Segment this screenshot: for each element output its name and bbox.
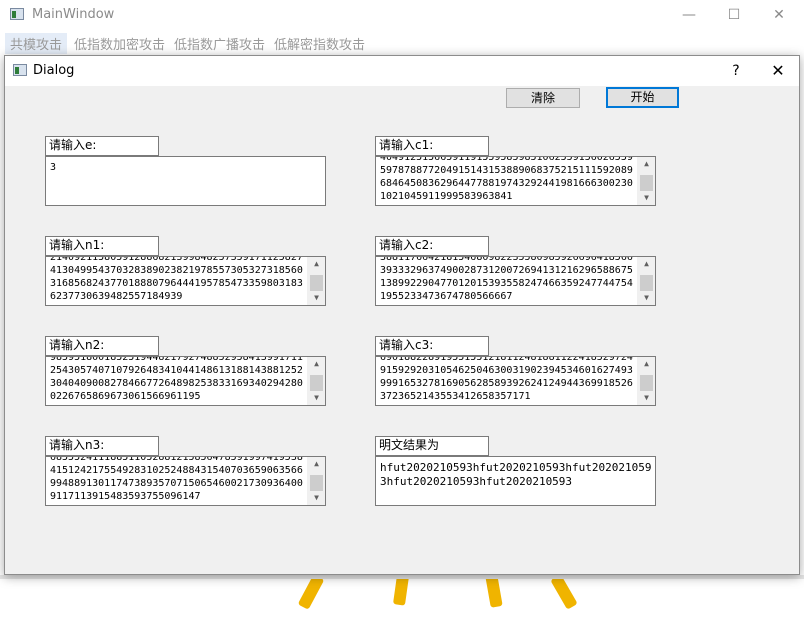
scroll-down-icon[interactable]: ▼ xyxy=(308,291,325,305)
background-decoration xyxy=(297,575,325,610)
main-menubar: 共模攻击 低指数加密攻击 低指数广播攻击 低解密指数攻击 xyxy=(0,30,804,54)
c1-input[interactable]: 4049125156659119155958598510625591560265… xyxy=(375,156,656,206)
scroll-up-icon[interactable]: ▲ xyxy=(308,457,325,471)
result-output-value: hfut2020210593hfut2020210593hfut20202105… xyxy=(380,461,652,488)
scroll-down-icon[interactable]: ▼ xyxy=(308,491,325,505)
c1-label: 请输入c1: xyxy=(375,136,489,156)
scroll-down-icon[interactable]: ▼ xyxy=(638,291,655,305)
c3-input[interactable]: 6901882289195515512181124818811224185297… xyxy=(375,356,656,406)
n1-label: 请输入n1: xyxy=(45,236,159,256)
start-button[interactable]: 开始 xyxy=(606,87,679,108)
n3-scrollbar[interactable]: ▲ ▼ xyxy=(307,457,325,505)
c3-scrollbar[interactable]: ▲ ▼ xyxy=(637,357,655,405)
n2-input[interactable]: 9859518001852519448217927488529584139917… xyxy=(45,356,326,406)
n1-scrollbar[interactable]: ▲ ▼ xyxy=(307,257,325,305)
main-titlebar: MainWindow — ☐ ✕ xyxy=(0,0,804,30)
scroll-up-icon[interactable]: ▲ xyxy=(638,257,655,271)
scroll-down-icon[interactable]: ▼ xyxy=(638,191,655,205)
c2-label: 请输入c2: xyxy=(375,236,489,256)
c3-input-value: 6901882289195515512181124818811224185297… xyxy=(380,356,633,402)
background-decoration xyxy=(550,575,578,610)
n2-input-value: 9859518001852519448217927488529584139917… xyxy=(50,356,303,402)
n3-label: 请输入n3: xyxy=(45,436,159,456)
result-output[interactable]: hfut2020210593hfut2020210593hfut20202105… xyxy=(375,456,656,506)
scroll-up-icon[interactable]: ▲ xyxy=(638,357,655,371)
dialog-close-icon[interactable]: ✕ xyxy=(755,56,801,86)
n3-input[interactable]: 6855524111885110528812158564785919974195… xyxy=(45,456,326,506)
app-icon xyxy=(10,8,24,20)
n3-input-value: 6855524111885110528812158564785919974195… xyxy=(50,456,303,502)
scroll-thumb[interactable] xyxy=(640,175,653,191)
e-input-value: 3 xyxy=(50,162,57,173)
scroll-up-icon[interactable]: ▲ xyxy=(308,257,325,271)
scroll-thumb[interactable] xyxy=(310,375,323,391)
n1-input[interactable]: 2140921158059128868213998482573591711258… xyxy=(45,256,326,306)
n1-input-value: 2140921158059128868213998482573591711258… xyxy=(50,256,303,302)
minimize-icon[interactable]: — xyxy=(666,0,712,30)
e-input[interactable]: 3 xyxy=(45,156,326,206)
scroll-thumb[interactable] xyxy=(310,275,323,291)
menu-item-low-exponent-broadcast-attack[interactable]: 低指数广播攻击 xyxy=(169,33,270,54)
c1-scrollbar[interactable]: ▲ ▼ xyxy=(637,157,655,205)
scroll-down-icon[interactable]: ▼ xyxy=(308,391,325,405)
c1-input-value: 4049125156659119155958598510625591560265… xyxy=(380,156,633,202)
scroll-thumb[interactable] xyxy=(640,375,653,391)
c2-input[interactable]: 3881176642181546809822355809859266964185… xyxy=(375,256,656,306)
scroll-thumb[interactable] xyxy=(310,475,323,491)
clear-button[interactable]: 清除 xyxy=(506,88,580,108)
background-decoration xyxy=(485,575,503,608)
c3-label: 请输入c3: xyxy=(375,336,489,356)
main-window-title: MainWindow xyxy=(32,7,115,22)
scroll-up-icon[interactable]: ▲ xyxy=(308,357,325,371)
c2-input-value: 3881176642181546809822355809859266964185… xyxy=(380,256,633,302)
main-window-background xyxy=(0,575,804,633)
dialog-title: Dialog xyxy=(33,63,75,78)
menu-item-low-exponent-encryption-attack[interactable]: 低指数加密攻击 xyxy=(69,33,170,54)
dialog-icon xyxy=(13,64,27,76)
menu-item-common-modulus-attack[interactable]: 共模攻击 xyxy=(5,33,68,54)
dialog-window: Dialog ? ✕ 清除 开始 请输入e: 3 请输入c1: 40491251… xyxy=(4,55,800,575)
n2-label: 请输入n2: xyxy=(45,336,159,356)
result-label: 明文结果为 xyxy=(375,436,489,456)
dialog-titlebar: Dialog ? ✕ xyxy=(5,56,799,86)
help-icon[interactable]: ? xyxy=(721,56,751,86)
scroll-up-icon[interactable]: ▲ xyxy=(638,157,655,171)
scroll-down-icon[interactable]: ▼ xyxy=(638,391,655,405)
scroll-thumb[interactable] xyxy=(640,275,653,291)
e-label: 请输入e: xyxy=(45,136,159,156)
maximize-icon[interactable]: ☐ xyxy=(711,0,757,30)
close-icon[interactable]: ✕ xyxy=(756,0,802,30)
n2-scrollbar[interactable]: ▲ ▼ xyxy=(307,357,325,405)
background-decoration xyxy=(0,575,804,579)
c2-scrollbar[interactable]: ▲ ▼ xyxy=(637,257,655,305)
menu-item-low-decryption-exponent-attack[interactable]: 低解密指数攻击 xyxy=(269,33,370,54)
background-decoration xyxy=(392,575,410,606)
